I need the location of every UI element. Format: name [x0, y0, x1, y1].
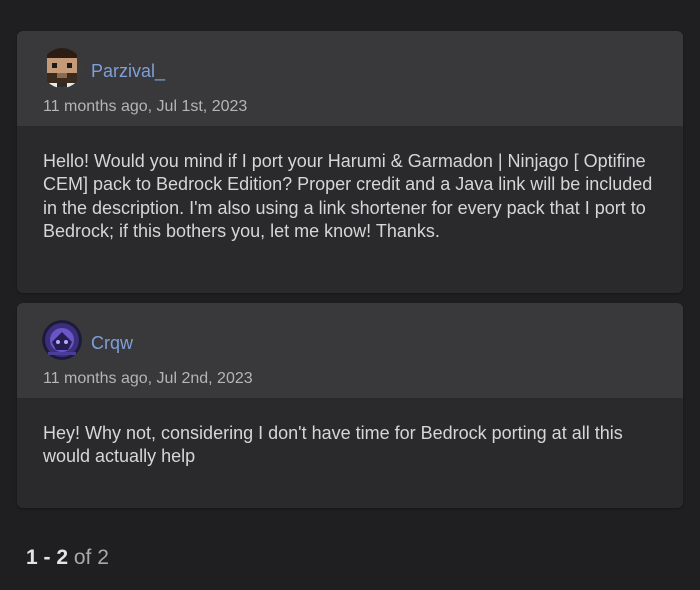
comments-page: Parzival_ 11 months ago, Jul 1st, 2023 H… — [0, 0, 700, 590]
pagination-summary: 1 - 2 of 2 — [26, 546, 109, 570]
comment-card: Crqw 11 months ago, Jul 2nd, 2023 Hey! W… — [17, 303, 683, 508]
pagination-range: 1 - 2 — [26, 546, 69, 569]
comment-header: Crqw 11 months ago, Jul 2nd, 2023 — [17, 303, 683, 398]
comment-card: Parzival_ 11 months ago, Jul 1st, 2023 H… — [17, 31, 683, 293]
comment-body: Hello! Would you mind if I port your Har… — [43, 151, 653, 242]
author-link[interactable]: Parzival_ — [91, 61, 165, 82]
pagination-total: of 2 — [73, 546, 109, 569]
comment-body: Hey! Why not, considering I don't have t… — [43, 423, 623, 467]
avatar[interactable] — [42, 320, 82, 360]
author-link[interactable]: Crqw — [91, 333, 133, 354]
comment-header: Parzival_ 11 months ago, Jul 1st, 2023 — [17, 31, 683, 126]
comment-timestamp: 11 months ago, Jul 1st, 2023 — [43, 98, 248, 115]
comment-timestamp: 11 months ago, Jul 2nd, 2023 — [43, 370, 253, 387]
avatar[interactable] — [42, 48, 82, 88]
purple-emblem-avatar-icon — [42, 320, 82, 360]
pixel-face-avatar-icon — [42, 48, 82, 88]
